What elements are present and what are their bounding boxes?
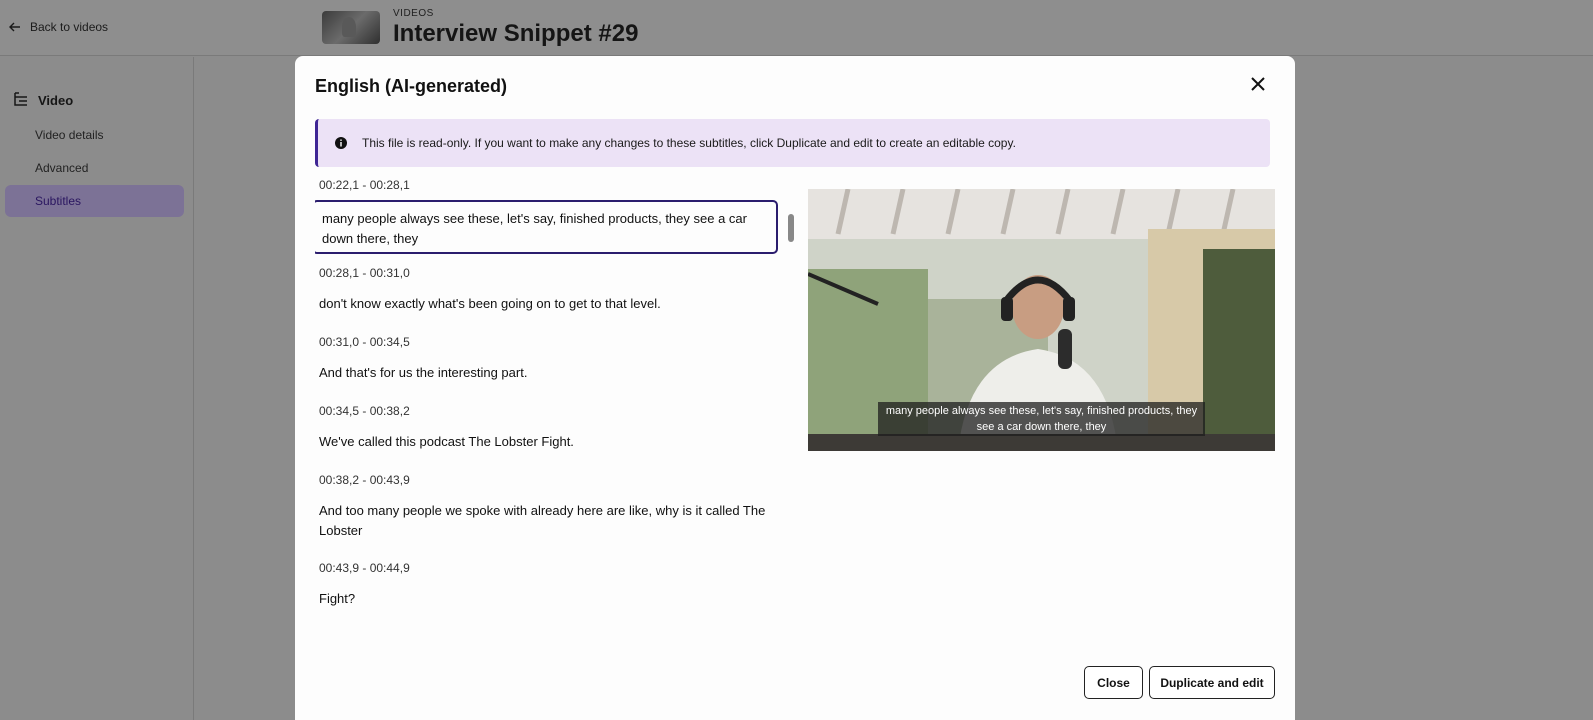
subtitle-timestamp: 00:34,5 - 00:38,2	[319, 404, 410, 418]
subtitle-text[interactable]: We've called this podcast The Lobster Fi…	[319, 432, 774, 452]
subtitle-timestamp: 00:43,9 - 00:44,9	[319, 561, 410, 575]
sidebar-item-subtitles[interactable]: Subtitles	[5, 185, 184, 217]
subtitle-list-scrollbar[interactable]	[788, 214, 794, 242]
subtitle-text[interactable]: And too many people we spoke with alread…	[319, 501, 774, 541]
info-icon	[335, 137, 347, 149]
page-title: Interview Snippet #29	[393, 20, 639, 47]
subtitle-timestamp: 00:31,0 - 00:34,5	[319, 335, 410, 349]
sidebar-item-advanced[interactable]: Advanced	[5, 152, 184, 184]
tree-structure-icon	[14, 92, 27, 106]
arrow-left-icon	[9, 22, 20, 32]
subtitle-timestamp: 00:28,1 - 00:31,0	[319, 266, 410, 280]
notice-text: This file is read-only. If you want to m…	[362, 136, 1016, 150]
subtitle-list: 00:22,1 - 00:28,1 many people always see…	[315, 180, 790, 680]
duplicate-and-edit-button[interactable]: Duplicate and edit	[1149, 666, 1275, 699]
sidebar-heading-label: Video	[38, 92, 74, 108]
video-thumbnail	[322, 11, 380, 44]
subtitle-text-active[interactable]: many people always see these, let's say,…	[315, 200, 778, 254]
sidebar-heading-video: Video	[12, 91, 73, 109]
video-preview[interactable]: many people always see these, let's say,…	[808, 189, 1275, 451]
close-button[interactable]: Close	[1084, 666, 1143, 699]
subtitle-timestamp: 00:38,2 - 00:43,9	[319, 473, 410, 487]
close-icon[interactable]	[1248, 74, 1268, 94]
modal-title: English (AI-generated)	[315, 76, 508, 96]
subtitle-timestamp: 00:22,1 - 00:28,1	[319, 180, 410, 192]
sidebar: Video Video details Advanced Subtitles	[0, 57, 194, 720]
subtitles-modal: English (AI-generated) This file is read…	[295, 56, 1295, 720]
subtitle-text[interactable]: don't know exactly what's been going on …	[319, 294, 774, 314]
subtitle-text[interactable]: And that's for us the interesting part.	[319, 363, 774, 383]
subtitle-text[interactable]: Fight?	[319, 589, 774, 609]
read-only-notice: This file is read-only. If you want to m…	[315, 119, 1270, 167]
section-label: VIDEOS	[393, 8, 434, 19]
sidebar-item-video-details[interactable]: Video details	[5, 119, 184, 151]
back-link-label: Back to videos	[30, 20, 109, 34]
top-bar: Back to videos VIDEOS Interview Snippet …	[0, 0, 1593, 56]
back-to-videos-link[interactable]: Back to videos	[8, 20, 108, 34]
video-subtitle-overlay: many people always see these, let's say,…	[878, 402, 1205, 436]
